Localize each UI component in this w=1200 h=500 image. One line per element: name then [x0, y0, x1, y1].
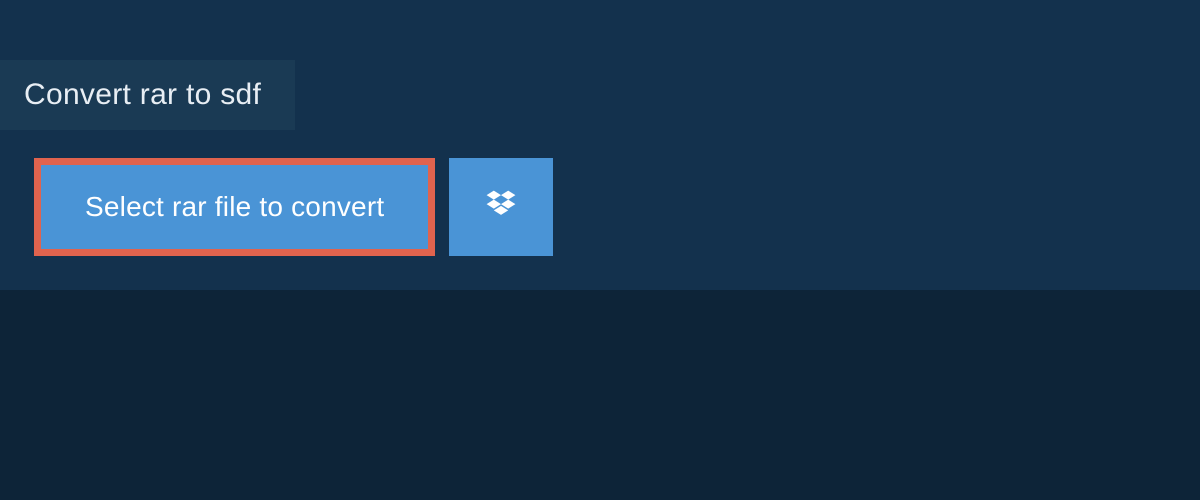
dropbox-button[interactable]: [449, 158, 553, 256]
dropbox-icon: [483, 187, 519, 228]
converter-panel: Convert rar to sdf Select rar file to co…: [0, 0, 1200, 290]
page-title: Convert rar to sdf: [24, 78, 261, 111]
upload-button-row: Select rar file to convert: [0, 130, 1200, 290]
page-title-tab: Convert rar to sdf: [0, 60, 295, 130]
select-file-button[interactable]: Select rar file to convert: [34, 158, 435, 256]
select-file-button-label: Select rar file to convert: [85, 191, 384, 223]
